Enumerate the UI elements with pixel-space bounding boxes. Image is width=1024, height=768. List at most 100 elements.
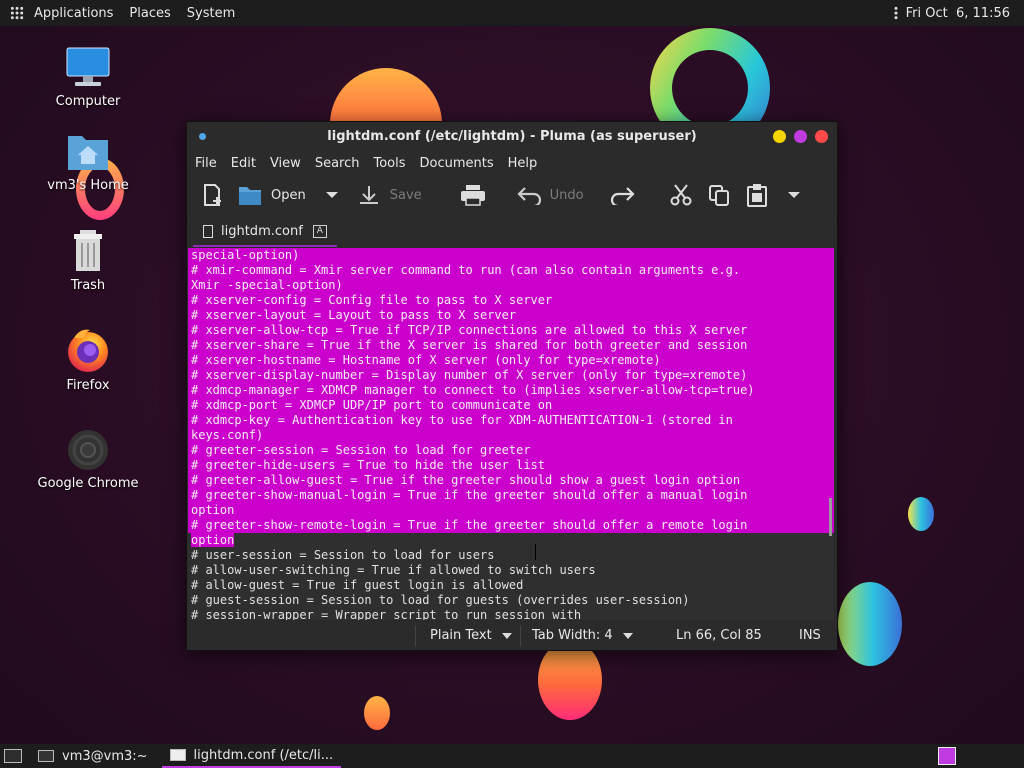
toolbar-overflow-dropdown[interactable] xyxy=(776,175,812,215)
terminal-icon xyxy=(38,750,54,762)
vertical-dots-icon[interactable] xyxy=(893,6,898,20)
editor-line: # greeter-hide-users = True to hide the … xyxy=(188,458,834,473)
undo-label: Undo xyxy=(549,187,584,203)
language-selector[interactable]: Plain Text xyxy=(430,628,512,643)
toolbar: Open Save Undo xyxy=(187,175,837,215)
editor-line: keys.conf) xyxy=(188,428,834,443)
task-editor[interactable]: lightdm.conf (/etc/li... xyxy=(161,744,342,768)
editor-line: option xyxy=(188,533,834,548)
menu-places[interactable]: Places xyxy=(121,0,178,26)
clock[interactable]: Fri Oct 6, 11:56 xyxy=(906,6,1010,21)
tab-width-label: Tab Width: 4 xyxy=(532,628,613,643)
text-editor-icon xyxy=(169,749,186,761)
chrome-icon xyxy=(66,428,110,472)
menu-search[interactable]: Search xyxy=(309,156,366,171)
window-titlebar[interactable]: lightdm.conf (/etc/lightdm) - Pluma (as … xyxy=(187,122,837,151)
menu-system[interactable]: System xyxy=(179,0,243,26)
folder-open-icon xyxy=(237,182,263,208)
window-title: lightdm.conf (/etc/lightdm) - Pluma (as … xyxy=(327,129,697,144)
menubar: File Edit View Search Tools Documents He… xyxy=(187,151,837,175)
selection-highlight: option xyxy=(191,533,235,547)
print-icon xyxy=(460,182,486,208)
document-icon xyxy=(203,224,213,238)
menu-help[interactable]: Help xyxy=(502,156,544,171)
top-panel: Applications Places System Fri Oct 6, 11… xyxy=(0,0,1024,26)
decorative-orange-oval-small xyxy=(364,696,390,730)
redo-button[interactable] xyxy=(604,175,642,215)
menu-tools[interactable]: Tools xyxy=(367,156,411,171)
editor-line: # session-wrapper = Wrapper script to ru… xyxy=(191,608,582,620)
save-label: Save xyxy=(389,187,422,203)
decorative-blue-oval-large xyxy=(838,582,902,666)
pluma-window: lightdm.conf (/etc/lightdm) - Pluma (as … xyxy=(186,121,838,651)
cursor-position: Ln 66, Col 85 xyxy=(676,628,762,643)
text-editor[interactable]: special-option) # xmir-command = Xmir ser… xyxy=(188,248,834,620)
text-cursor-icon xyxy=(535,544,541,560)
document-tabbar: lightdm.conf A xyxy=(187,215,837,247)
clipboard-icon xyxy=(744,182,770,208)
chevron-down-icon xyxy=(501,632,512,639)
desktop-icon-label: Trash xyxy=(70,278,106,293)
editor-line: # xdmcp-manager = XDMCP manager to conne… xyxy=(188,383,834,398)
top-right-area: Fri Oct 6, 11:56 xyxy=(893,6,1024,21)
maximize-button[interactable] xyxy=(794,130,807,143)
workspace-switcher[interactable] xyxy=(938,747,956,765)
desktop-icon-label: Firefox xyxy=(66,378,110,393)
editor-line: # xmir-command = Xmir server command to … xyxy=(188,263,834,278)
language-label: Plain Text xyxy=(430,628,492,643)
home-folder-icon xyxy=(65,130,111,174)
open-button[interactable]: Open xyxy=(231,175,312,215)
editor-line: # xserver-display-number = Display numbe… xyxy=(188,368,834,383)
desktop-icon-label: vm3's Home xyxy=(47,178,129,193)
editor-line: # xserver-config = Config file to pass t… xyxy=(188,293,834,308)
new-document-button[interactable] xyxy=(193,175,231,215)
cut-button[interactable] xyxy=(662,175,700,215)
save-icon xyxy=(356,182,382,208)
minimize-button[interactable] xyxy=(773,130,786,143)
editor-line: # xdmcp-port = XDMCP UDP/IP port to comm… xyxy=(188,398,834,413)
paste-button[interactable] xyxy=(738,175,776,215)
decorative-blue-oval-small xyxy=(908,497,934,531)
menu-documents[interactable]: Documents xyxy=(414,156,500,171)
editor-line: # greeter-session = Session to load for … xyxy=(188,443,834,458)
show-desktop-icon[interactable] xyxy=(4,749,22,763)
menu-applications[interactable]: Applications xyxy=(26,0,121,26)
tab-lightdm-conf[interactable]: lightdm.conf A xyxy=(193,217,337,247)
editor-line: Xmir -special-option) xyxy=(188,278,834,293)
copy-icon xyxy=(706,182,732,208)
copy-button[interactable] xyxy=(700,175,738,215)
chevron-down-icon xyxy=(325,192,338,198)
trash-icon xyxy=(65,228,111,274)
editor-line: # greeter-show-remote-login = True if th… xyxy=(188,518,834,533)
menu-view[interactable]: View xyxy=(264,156,307,171)
scrollbar-thumb[interactable] xyxy=(829,498,832,536)
undo-button[interactable]: Undo xyxy=(510,175,590,215)
editor-line: # user-session = Session to load for use… xyxy=(191,548,495,562)
task-terminal[interactable]: vm3@vm3:~ xyxy=(30,744,156,768)
apps-grid-icon[interactable] xyxy=(10,6,24,20)
desktop-icon-trash[interactable]: Trash xyxy=(28,228,148,293)
menu-file[interactable]: File xyxy=(189,156,223,171)
tab-label: lightdm.conf xyxy=(221,223,303,239)
editor-line: # greeter-allow-guest = True if the gree… xyxy=(188,473,834,488)
bottom-panel: vm3@vm3:~ lightdm.conf (/etc/li... xyxy=(0,744,1024,768)
close-button[interactable] xyxy=(815,130,828,143)
editor-line: # greeter-show-manual-login = True if th… xyxy=(188,488,834,503)
tab-close-icon[interactable]: A xyxy=(312,224,327,238)
decorative-orange-oval xyxy=(538,640,602,720)
print-button[interactable] xyxy=(454,175,492,215)
desktop-icon-home[interactable]: vm3's Home xyxy=(28,130,148,193)
desktop-icon-chrome[interactable]: Google Chrome xyxy=(28,428,148,491)
menu-edit[interactable]: Edit xyxy=(225,156,262,171)
desktop-icon-firefox[interactable]: Firefox xyxy=(28,326,148,393)
open-recent-dropdown[interactable] xyxy=(312,175,350,215)
window-menu-icon[interactable] xyxy=(199,133,206,140)
undo-icon xyxy=(516,182,542,208)
tab-width-selector[interactable]: Tab Width: 4 xyxy=(532,628,633,643)
editor-line: # allow-user-switching = True if allowed… xyxy=(191,563,596,577)
editor-line: # allow-guest = True if guest login is a… xyxy=(191,578,524,592)
desktop-icon-computer[interactable]: Computer xyxy=(28,46,148,109)
save-button[interactable]: Save xyxy=(350,175,428,215)
statusbar: Plain Text Tab Width: 4 Ln 66, Col 85 IN… xyxy=(187,622,837,650)
insert-mode: INS xyxy=(799,628,821,643)
